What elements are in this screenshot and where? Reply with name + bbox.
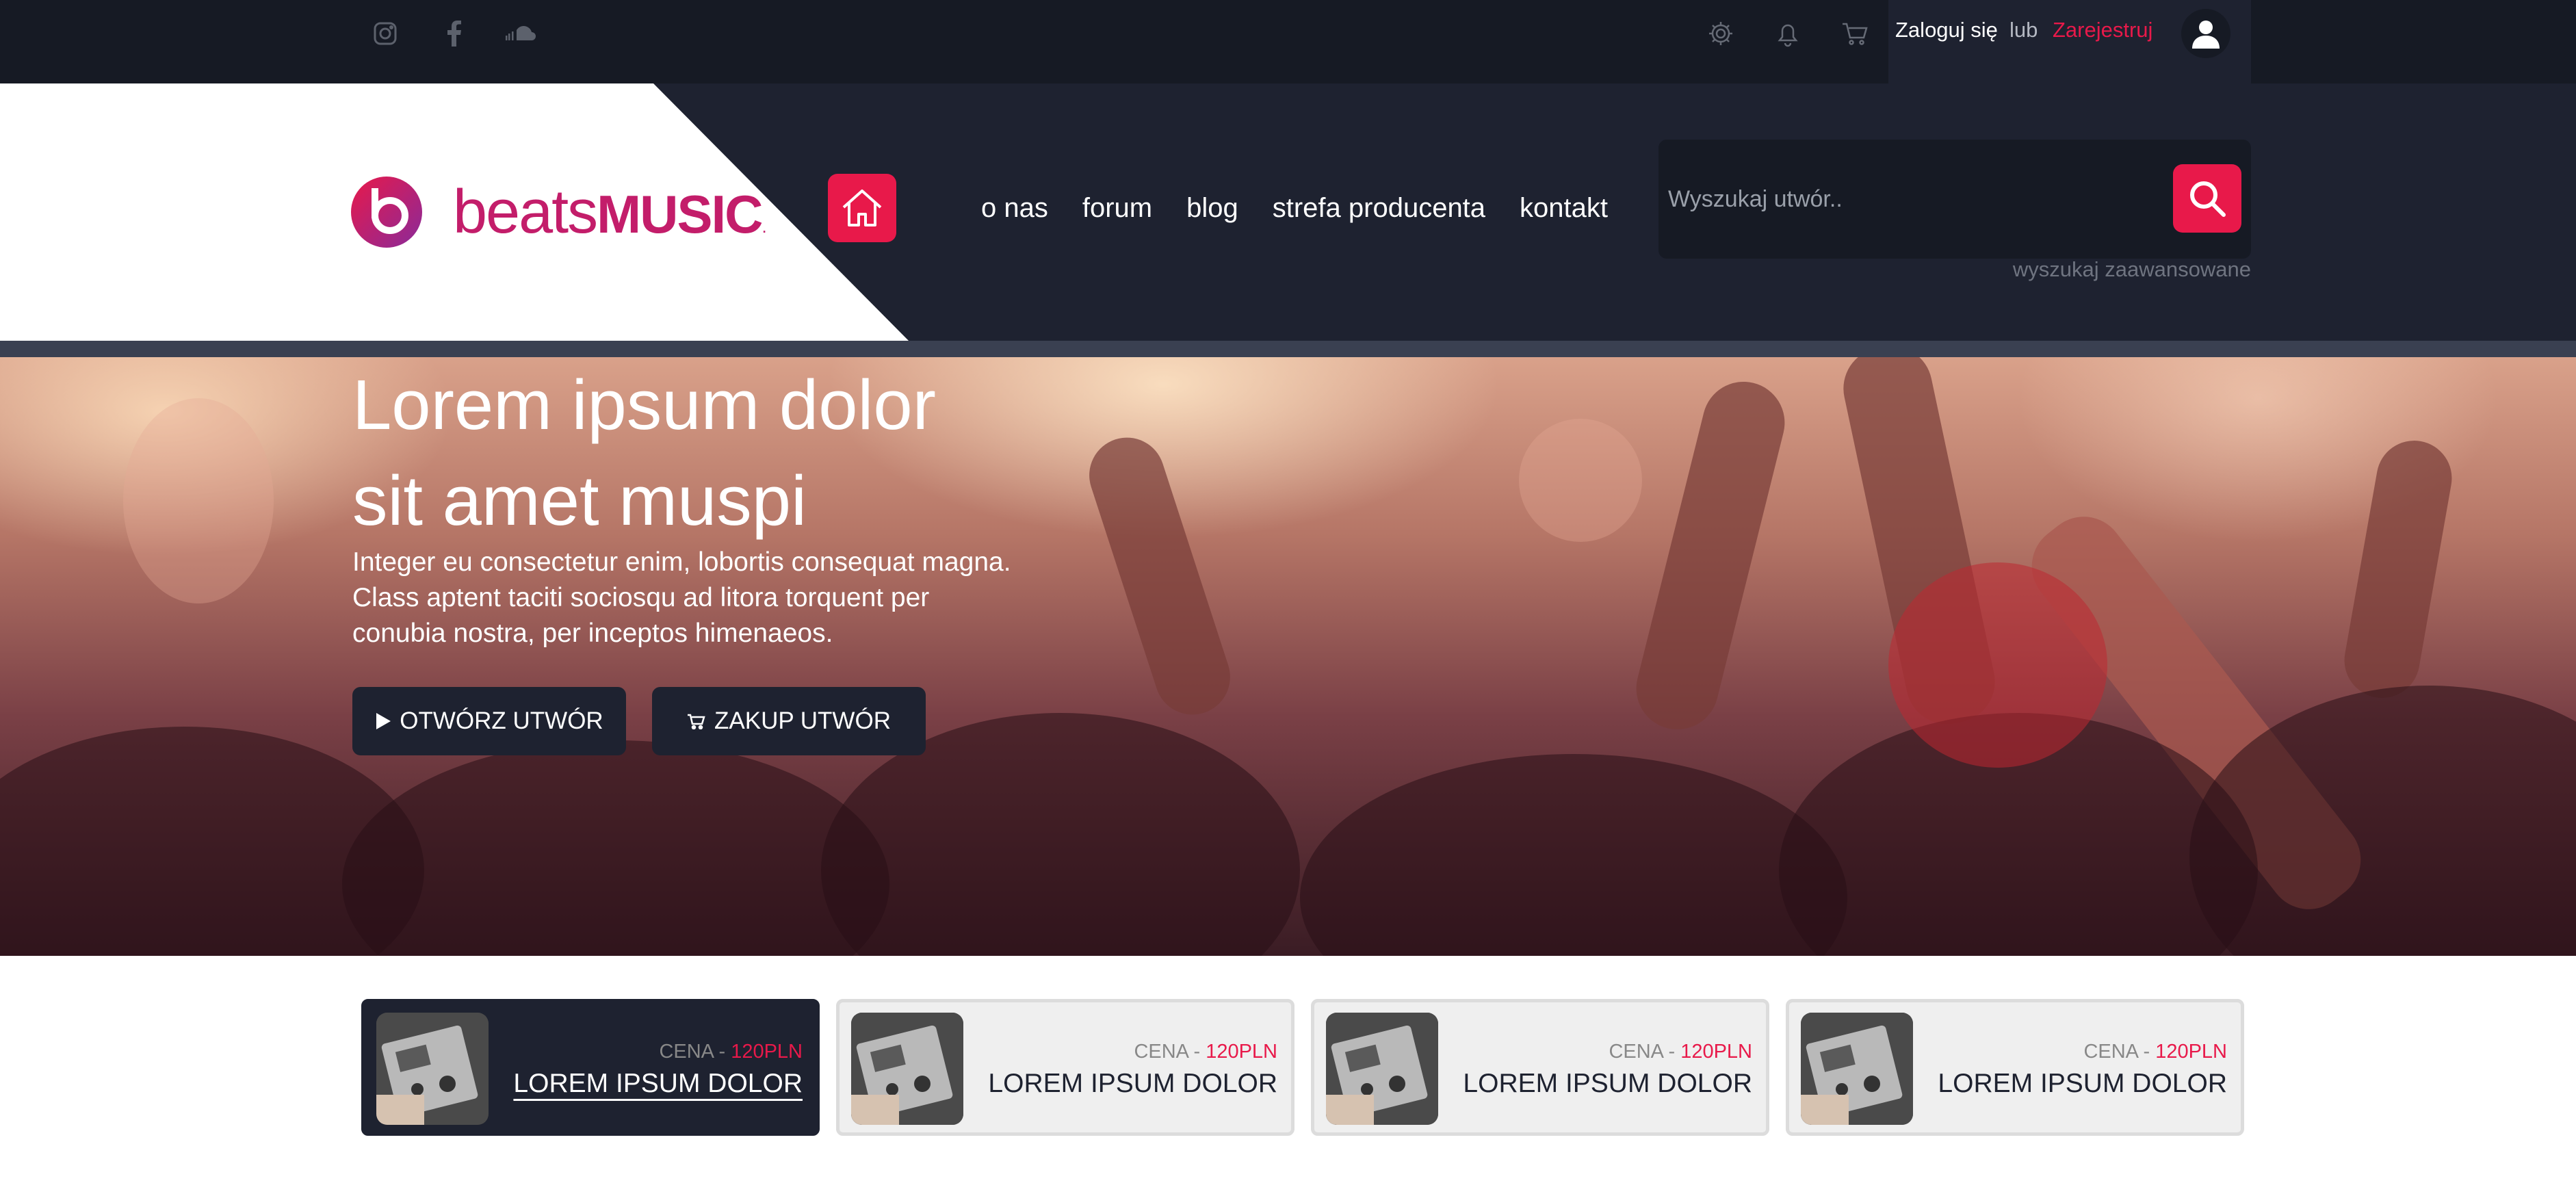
play-icon (376, 713, 391, 729)
product-name[interactable]: LOREM IPSUM DOLOR (988, 1069, 1277, 1099)
product-card[interactable]: CENA - 120PLN LOREM IPSUM DOLOR (1311, 999, 1769, 1136)
product-card[interactable]: CENA - 120PLN LOREM IPSUM DOLOR (1786, 999, 2244, 1136)
instagram-icon[interactable] (369, 18, 401, 49)
nav-item-kontakt[interactable]: kontakt (1520, 193, 1608, 227)
nav-item-o-nas[interactable]: o nas (981, 193, 1048, 227)
price-value: 120PLN (1680, 1041, 1752, 1063)
home-button[interactable] (828, 174, 896, 242)
advanced-search-link[interactable]: wyszukaj zaawansowane (2013, 257, 2251, 282)
logo-text: beatsMUSIC. (453, 178, 767, 246)
open-track-label: OTWÓRZ UTWÓR (400, 707, 603, 734)
or-label: lub (2009, 18, 2038, 42)
logo[interactable]: beatsMUSIC. (350, 174, 767, 250)
logo-panel-bottom (0, 341, 910, 357)
product-price: CENA - 120PLN (1134, 1041, 1277, 1063)
price-value: 120PLN (731, 1041, 803, 1063)
hero-title-line: Lorem ipsum dolor (352, 365, 936, 444)
product-name[interactable]: LOREM IPSUM DOLOR (1463, 1069, 1752, 1099)
product-card[interactable]: CENA - 120PLN LOREM IPSUM DOLOR (361, 999, 820, 1136)
price-value: 120PLN (1206, 1041, 1277, 1063)
nav-item-blog[interactable]: blog (1186, 193, 1238, 227)
price-label: CENA - (659, 1041, 731, 1063)
notifications-icon[interactable] (1771, 16, 1805, 51)
cart-icon[interactable] (1838, 16, 1872, 51)
settings-icon[interactable] (1704, 16, 1738, 51)
product-thumbnail (851, 1013, 963, 1125)
logo-text-light: beats (453, 178, 598, 246)
product-thumbnail (1801, 1013, 1913, 1125)
soundcloud-icon[interactable] (504, 18, 538, 49)
search-box (1658, 140, 2251, 259)
login-link[interactable]: Zaloguj się (1895, 18, 1998, 42)
price-label: CENA - (1134, 1041, 1206, 1063)
product-card[interactable]: CENA - 120PLN LOREM IPSUM DOLOR (836, 999, 1294, 1136)
hero-text-line: Class aptent taciti sociosqu ad litora t… (352, 583, 930, 612)
buy-track-button[interactable]: ZAKUP UTWÓR (652, 687, 926, 755)
nav-item-strefa-producenta[interactable]: strefa producenta (1273, 193, 1485, 227)
price-label: CENA - (1609, 1041, 1681, 1063)
product-price: CENA - 120PLN (659, 1041, 803, 1063)
beats-logo-icon (351, 177, 422, 248)
hero-description: Integer eu consectetur enim, lobortis co… (352, 545, 1105, 651)
product-price: CENA - 120PLN (2083, 1041, 2227, 1063)
buy-track-label: ZAKUP UTWÓR (714, 707, 891, 734)
main-nav: o nas forum blog strefa producenta konta… (981, 193, 1608, 227)
search-button[interactable] (2173, 164, 2241, 233)
logo-text-bold: MUSIC (597, 184, 763, 244)
home-icon (842, 190, 882, 226)
user-icon[interactable] (2181, 9, 2230, 58)
hero-title-line: sit amet muspi (352, 461, 807, 540)
hero-text-line: Integer eu consectetur enim, lobortis co… (352, 547, 1011, 577)
top-bar: Zaloguj się lub Zarejestruj (0, 0, 2576, 83)
search-input[interactable] (1668, 177, 2161, 221)
price-value: 120PLN (2155, 1041, 2227, 1063)
logo-mark: . (762, 216, 767, 237)
price-label: CENA - (2083, 1041, 2156, 1063)
hero-text-line: conubia nostra, per inceptos himenaeos. (352, 619, 833, 648)
product-price: CENA - 120PLN (1609, 1041, 1752, 1063)
product-name[interactable]: LOREM IPSUM DOLOR (513, 1069, 803, 1099)
facebook-icon[interactable] (438, 18, 469, 49)
register-link[interactable]: Zarejestruj (2053, 18, 2152, 42)
product-thumbnail (1326, 1013, 1438, 1125)
nav-item-forum[interactable]: forum (1082, 193, 1152, 227)
cart-icon (688, 714, 705, 729)
open-track-button[interactable]: OTWÓRZ UTWÓR (352, 687, 626, 755)
search-icon (2190, 181, 2226, 217)
product-name[interactable]: LOREM IPSUM DOLOR (1938, 1069, 2227, 1099)
hero-title: Lorem ipsum dolor sit amet muspi (352, 357, 1105, 549)
product-thumbnail (376, 1013, 489, 1125)
